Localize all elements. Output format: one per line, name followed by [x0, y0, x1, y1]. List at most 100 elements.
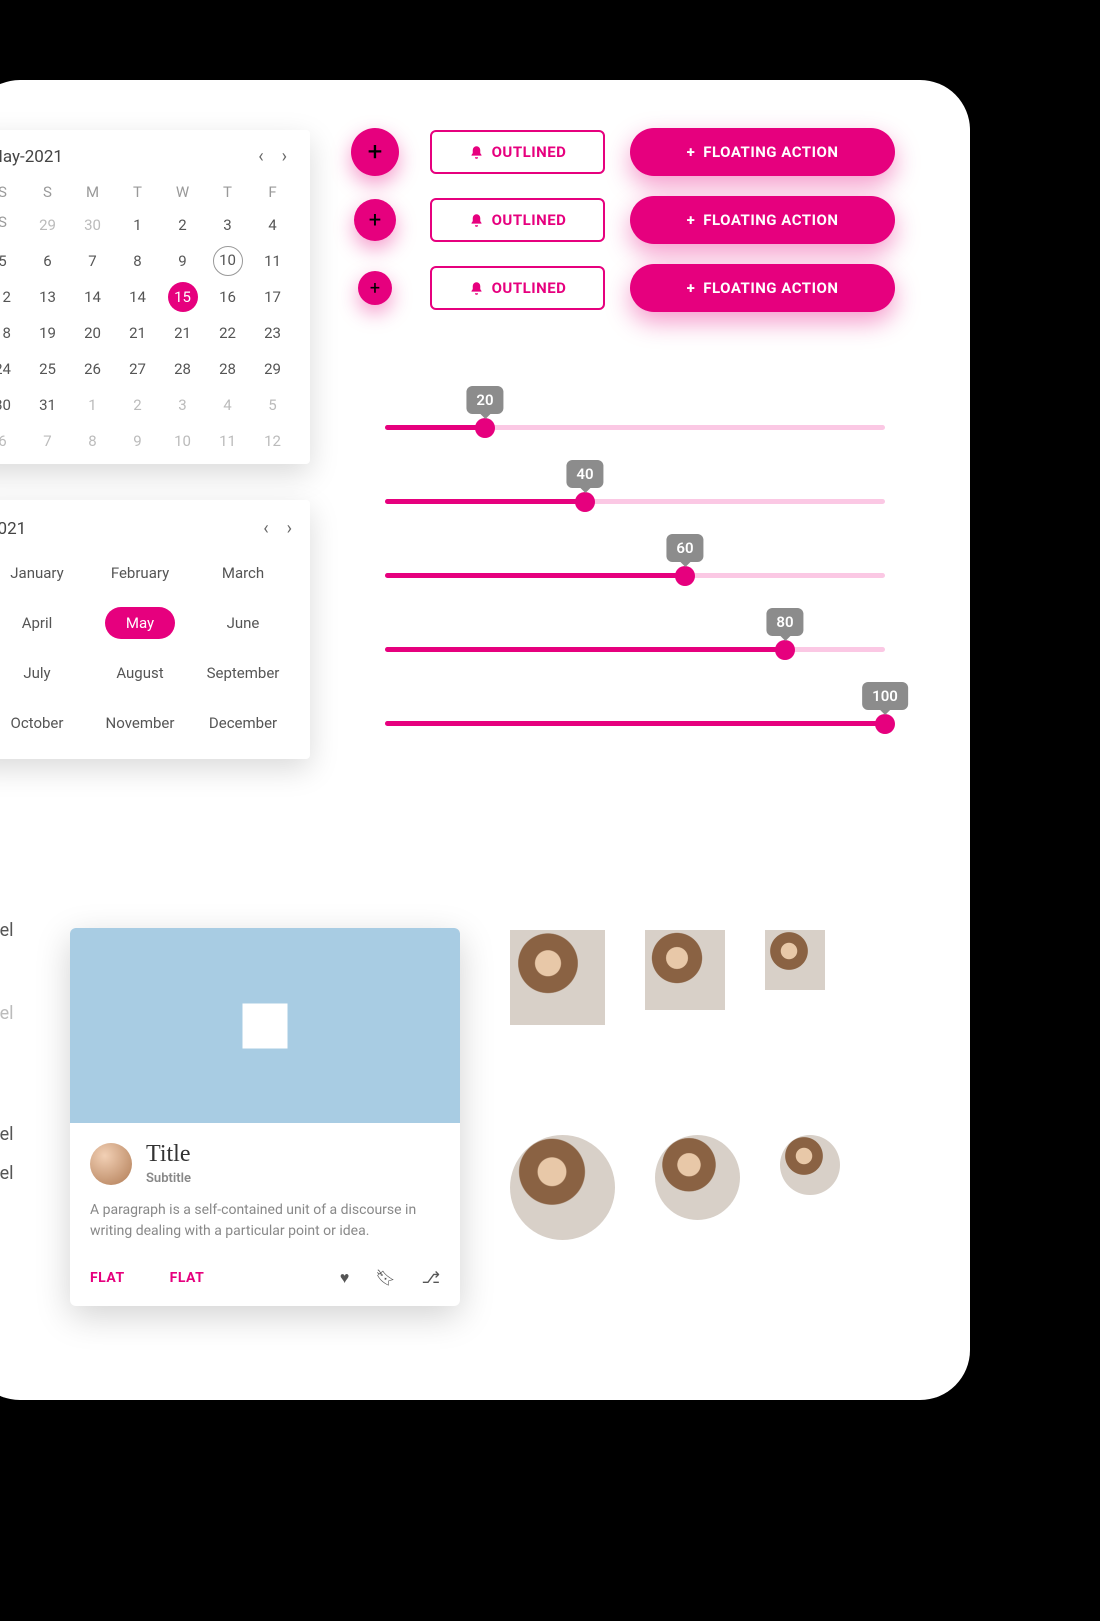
calendar-day[interactable]: 28 — [205, 351, 250, 387]
calendar-next[interactable]: › — [282, 146, 287, 167]
calendar-day[interactable]: 12 — [0, 279, 25, 315]
calendar-day[interactable]: 19 — [25, 315, 70, 351]
calendar-day[interactable]: 7 — [70, 243, 115, 279]
calendar-day[interactable]: 14 — [70, 279, 115, 315]
slider[interactable]: 100 — [385, 686, 885, 760]
calendar-day[interactable]: 3 — [205, 207, 250, 243]
calendar-prev[interactable]: ‹ — [258, 146, 263, 167]
calendar-day[interactable]: 5 — [0, 243, 25, 279]
month-cell[interactable]: January — [0, 557, 86, 589]
calendar-day[interactable]: 20 — [70, 315, 115, 351]
slider-thumb[interactable] — [775, 640, 795, 660]
slider-thumb[interactable] — [475, 418, 495, 438]
month-cell[interactable]: May — [105, 607, 175, 639]
calendar-day[interactable]: 4 — [205, 387, 250, 423]
month-cell[interactable]: December — [194, 707, 292, 739]
calendar-day[interactable]: 16 — [205, 279, 250, 315]
calendar-day[interactable]: 29 — [25, 207, 70, 243]
calendar-day[interactable]: 10 — [160, 423, 205, 459]
calendar-day[interactable]: 30 — [0, 387, 25, 423]
calendar-day[interactable]: 11 — [250, 243, 295, 279]
share-icon[interactable]: ⎇ — [422, 1268, 440, 1288]
month-cell[interactable]: November — [91, 707, 189, 739]
calendar-day[interactable]: 26 — [70, 351, 115, 387]
floating-action-3[interactable]: + FLOATING ACTION — [630, 264, 895, 312]
calendar-day[interactable]: 10 — [213, 246, 243, 276]
calendar-day[interactable]: 11 — [205, 423, 250, 459]
calendar-day[interactable]: 7 — [25, 423, 70, 459]
slider-thumb[interactable] — [875, 714, 895, 734]
calendar-day[interactable]: 25 — [25, 351, 70, 387]
flat-button-1[interactable]: FLAT — [90, 1270, 125, 1286]
calendar-day[interactable]: 13 — [25, 279, 70, 315]
slider-value: 20 — [466, 386, 503, 414]
calendar-day[interactable]: 9 — [115, 423, 160, 459]
avatar-square-large — [510, 930, 605, 1025]
calendar-day[interactable]: 24 — [0, 351, 25, 387]
slider-value: 60 — [666, 534, 703, 562]
card-text: A paragraph is a self-contained unit of … — [90, 1200, 440, 1242]
slider-thumb[interactable] — [675, 566, 695, 586]
outlined-button-1[interactable]: OUTLINED — [430, 130, 605, 174]
month-cell[interactable]: October — [0, 707, 86, 739]
fab-large[interactable]: + — [351, 128, 399, 176]
calendar-day[interactable]: 31 — [25, 387, 70, 423]
calendar-day[interactable]: 12 — [250, 423, 295, 459]
heart-icon[interactable]: ♥ — [340, 1268, 350, 1288]
calendar-day[interactable]: 4 — [250, 207, 295, 243]
calendar-day[interactable]: 18 — [0, 315, 25, 351]
calendar-day[interactable]: 27 — [115, 351, 160, 387]
weekday-header: S — [25, 177, 70, 207]
month-cell[interactable]: March — [194, 557, 292, 589]
slider[interactable]: 20 — [385, 390, 885, 464]
calendar-day[interactable]: 1 — [115, 207, 160, 243]
calendar-day[interactable]: 2 — [160, 207, 205, 243]
month-cell[interactable]: February — [91, 557, 189, 589]
calendar-day[interactable]: 5 — [250, 387, 295, 423]
avatar-square-medium — [645, 930, 725, 1010]
calendar-day[interactable]: 28 — [160, 351, 205, 387]
calendar-day[interactable]: 3 — [160, 387, 205, 423]
month-cell[interactable]: April — [0, 607, 86, 639]
floating-label: FLOATING ACTION — [703, 279, 838, 297]
slider[interactable]: 60 — [385, 538, 885, 612]
calendar-day[interactable]: 23 — [250, 315, 295, 351]
buttons-area: + OUTLINED + FLOATING ACTION + OUTLINED … — [345, 128, 925, 312]
month-cell[interactable]: September — [194, 657, 292, 689]
calendar-title: May-2021 — [0, 147, 63, 167]
fab-medium[interactable]: + — [354, 199, 396, 241]
month-next[interactable]: › — [287, 518, 292, 539]
outlined-button-3[interactable]: OUTLINED — [430, 266, 605, 310]
slider[interactable]: 40 — [385, 464, 885, 538]
calendar-day[interactable]: 14 — [115, 279, 160, 315]
calendar-day[interactable]: 8 — [115, 243, 160, 279]
calendar-day[interactable]: 6 — [0, 423, 25, 459]
calendar: May-2021 ‹ › SSMTWTFS2930123456789101112… — [0, 130, 310, 464]
bell-icon — [469, 213, 484, 228]
floating-action-1[interactable]: + FLOATING ACTION — [630, 128, 895, 176]
month-cell[interactable]: July — [0, 657, 86, 689]
calendar-day[interactable]: 22 — [205, 315, 250, 351]
calendar-day[interactable]: 15 — [168, 282, 198, 312]
calendar-day[interactable]: 2 — [115, 387, 160, 423]
calendar-day[interactable]: 1 — [70, 387, 115, 423]
weekday-header: S — [0, 177, 25, 207]
flat-button-2[interactable]: FLAT — [170, 1270, 205, 1286]
calendar-day[interactable]: 21 — [160, 315, 205, 351]
month-prev[interactable]: ‹ — [263, 518, 268, 539]
month-cell[interactable]: August — [91, 657, 189, 689]
calendar-day[interactable]: 21 — [115, 315, 160, 351]
bookmark-icon[interactable]: 🔖︎ — [375, 1268, 395, 1288]
floating-action-2[interactable]: + FLOATING ACTION — [630, 196, 895, 244]
calendar-day[interactable]: 8 — [70, 423, 115, 459]
calendar-day[interactable]: 6 — [25, 243, 70, 279]
calendar-day[interactable]: 9 — [160, 243, 205, 279]
fab-small[interactable]: + — [358, 271, 392, 305]
calendar-day[interactable]: 29 — [250, 351, 295, 387]
calendar-day[interactable]: 17 — [250, 279, 295, 315]
month-cell[interactable]: June — [194, 607, 292, 639]
outlined-button-2[interactable]: OUTLINED — [430, 198, 605, 242]
slider-thumb[interactable] — [575, 492, 595, 512]
calendar-day[interactable]: 30 — [70, 207, 115, 243]
slider[interactable]: 80 — [385, 612, 885, 686]
